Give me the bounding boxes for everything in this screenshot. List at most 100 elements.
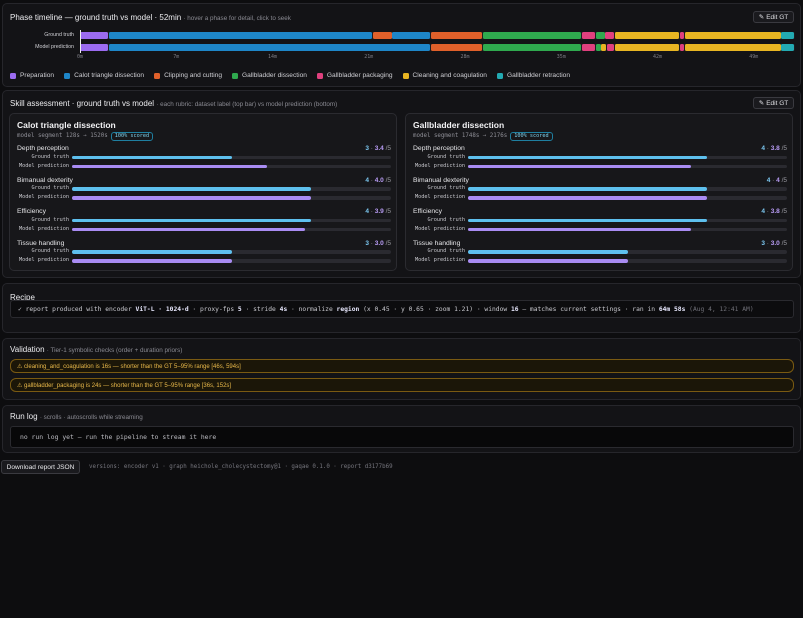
model-prediction-label: Model prediction — [19, 194, 69, 200]
model-prediction-bar — [468, 196, 787, 200]
pred-score: 3.4 — [374, 145, 384, 152]
validation-panel: Validation · Tier-1 symbolic checks (ord… — [2, 338, 801, 400]
phase-segment-preparation[interactable] — [80, 44, 109, 51]
phase-segment-gallbladder-packaging[interactable] — [581, 44, 596, 51]
phase-segment-gallbladder-dissection[interactable] — [482, 32, 582, 39]
axis-tick-label: 49m — [749, 54, 759, 60]
rubric-name: Efficiency — [17, 208, 46, 215]
legend-item-cleaning: Cleaning and coagulation — [402, 72, 487, 79]
phase-segment-cleaning[interactable] — [614, 32, 679, 39]
validation-title: Validation · Tier-1 symbolic checks (ord… — [10, 345, 183, 354]
legend-item-gallbladder-dissection: Gallbladder dissection — [232, 72, 307, 79]
axis-tick-label: 42m — [652, 54, 663, 60]
model-prediction-label: Model prediction — [415, 225, 465, 232]
legend-item-clipping: Clipping and cutting — [154, 72, 222, 79]
phase-segment-clipping[interactable] — [430, 44, 483, 51]
run-log-panel: Run log · scrolls · autoscrolls while st… — [2, 405, 801, 453]
phase-segment-cleaning[interactable] — [685, 32, 781, 39]
phase-segment-calot[interactable] — [108, 44, 431, 51]
skill-card-meta: model segment 128s → 1520s 100% scored — [17, 132, 154, 141]
axis-tick-label: 7m — [173, 54, 180, 60]
model-prediction-fill — [468, 227, 692, 231]
legend-label: Clipping and cutting — [164, 72, 223, 79]
phase-segment-gallbladder-dissection[interactable] — [482, 44, 582, 51]
model-prediction-fill — [72, 164, 267, 168]
phase-segment-calot[interactable] — [392, 32, 431, 39]
phase-segment-calot[interactable] — [108, 32, 373, 39]
ground-truth-fill — [468, 250, 628, 254]
ground-truth-label: Ground truth — [427, 185, 465, 191]
phase-segment-gallbladder-packaging[interactable] — [679, 44, 685, 51]
legend-item-preparation: Preparation — [10, 72, 54, 79]
phase-segment-preparation[interactable] — [80, 32, 109, 39]
skills-title: Skill assessment · ground truth vs model… — [10, 99, 338, 108]
legend-label: Gallbladder dissection — [242, 72, 307, 79]
timeline-track[interactable] — [80, 44, 795, 51]
runlog-title: Run log · scrolls · autoscrolls while st… — [10, 412, 143, 421]
skills-edit-gt-button[interactable]: ✎ Edit GT — [753, 97, 794, 109]
phase-segment-gallbladder-packaging[interactable] — [606, 44, 615, 51]
ground-truth-bar — [468, 187, 787, 191]
validation-warning: ⚠ cleaning_and_coagulation is 16s — shor… — [10, 359, 794, 373]
phase-legend: Preparation Calot triangle dissection Clip… — [10, 72, 570, 79]
phase-segment-cleaning[interactable] — [685, 44, 781, 51]
rubric-score: 4 · 3.8 /5 — [761, 145, 787, 152]
ground-truth-label: Ground truth — [31, 153, 69, 160]
timeline-playhead[interactable] — [80, 30, 81, 53]
axis-tick-label: 28m — [460, 54, 470, 60]
phase-segment-clipping[interactable] — [372, 32, 392, 39]
phase-segment-gallbladder-packaging[interactable] — [581, 32, 596, 39]
axis-tick-label: 35m — [556, 54, 566, 60]
model-prediction-bar — [72, 259, 391, 263]
rubric-name: Tissue handling — [17, 239, 65, 247]
model-prediction-bar — [72, 227, 391, 231]
rubric-row: Efficiency 4 · 3.9 /5 Ground truth Model pr… — [17, 208, 391, 239]
rubric-name: Bimanual dexterity — [17, 176, 73, 184]
timeline-prediction-row: Model prediction — [3, 44, 802, 52]
phase-segment-clipping[interactable] — [430, 32, 483, 39]
legend-swatch — [402, 72, 409, 79]
versions-info: versions: encoder v1 · graph heichole_ch… — [89, 464, 393, 470]
rubric-score: 3 · 3.4 /5 — [365, 145, 391, 152]
phase-segment-gallbladder-dissection[interactable] — [595, 32, 605, 39]
model-prediction-bar — [72, 164, 391, 168]
legend-label: Gallbladder packaging — [326, 72, 393, 79]
download-report-button[interactable]: Download report JSON — [1, 460, 80, 474]
model-prediction-bar — [468, 259, 787, 263]
ground-truth-label: Ground truth — [427, 153, 465, 160]
legend-item-retraction: Gallbladder retraction — [496, 72, 570, 79]
skill-card-title: Gallbladder dissection — [413, 120, 505, 130]
rubric-row: Bimanual dexterity 4 · 4 /5 Ground truth Mo… — [413, 177, 787, 208]
model-prediction-label: Model prediction — [19, 162, 69, 169]
check-icon: ✓ — [18, 305, 22, 313]
pred-score: 3.9 — [374, 208, 384, 215]
pencil-icon: ✎ — [758, 14, 765, 21]
legend-item-gallbladder-packaging: Gallbladder packaging — [316, 72, 393, 79]
rubric-name: Bimanual dexterity — [413, 176, 469, 184]
ground-truth-label: Ground truth — [427, 248, 465, 254]
rubric-row: Tissue handling 3 · 3.0 /5 Ground truth Mod… — [413, 240, 787, 271]
phase-segment-retraction[interactable] — [781, 44, 795, 51]
phase-segment-cleaning[interactable] — [614, 44, 679, 51]
timeline-title: Phase timeline — ground truth vs model ·… — [10, 13, 291, 22]
legend-item-calot: Calot triangle dissection — [64, 72, 144, 79]
rubric-name: Efficiency — [413, 208, 442, 215]
pred-score: 3.8 — [770, 145, 780, 152]
pred-score: 4.0 — [374, 176, 384, 184]
run-log-output[interactable]: no run log yet — run the pipeline to str… — [10, 426, 794, 448]
phase-segment-gallbladder-packaging[interactable] — [605, 32, 615, 39]
timeline-track[interactable] — [80, 32, 795, 39]
model-prediction-bar — [72, 196, 391, 200]
pred-score: 3.8 — [770, 208, 780, 215]
skill-card-title: Calot triangle dissection — [17, 120, 116, 130]
timeline-row-label: Ground truth — [44, 32, 74, 38]
segment-range: model segment 128s → 1520s — [17, 133, 108, 139]
phase-segment-gallbladder-dissection[interactable] — [595, 44, 601, 51]
timeline-edit-gt-button[interactable]: ✎ Edit GT — [753, 11, 794, 23]
ground-truth-bar — [72, 250, 391, 254]
phase-segment-retraction[interactable] — [781, 32, 795, 39]
phase-segment-cleaning[interactable] — [601, 44, 607, 51]
ground-truth-bar — [72, 218, 391, 222]
phase-segment-gallbladder-packaging[interactable] — [679, 32, 685, 39]
axis-tick-label: 0m — [76, 54, 84, 60]
